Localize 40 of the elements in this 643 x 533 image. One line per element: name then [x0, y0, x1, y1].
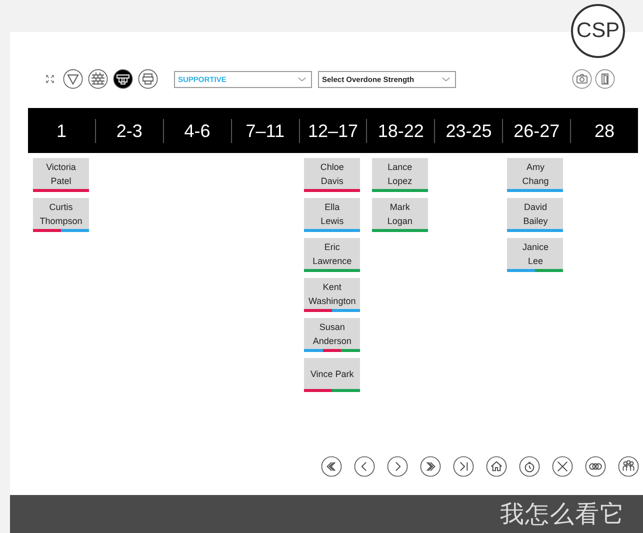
person-card[interactable]: Amy Chang — [507, 158, 564, 192]
person-card[interactable]: Janice Lee — [507, 238, 564, 272]
blocks-icon[interactable] — [113, 69, 133, 89]
double-chevron-right-icon[interactable] — [420, 456, 441, 477]
person-card[interactable]: Curtis Thompson — [33, 198, 89, 232]
column-header: 2-3 — [94, 118, 163, 142]
person-card[interactable]: Victoria Patel — [33, 158, 89, 192]
column-header: 1 — [55, 120, 68, 142]
person-card[interactable]: Chloe Davis — [304, 158, 360, 192]
stack-icon[interactable] — [138, 69, 158, 89]
person-card[interactable]: David Bailey — [507, 198, 564, 232]
camera-icon[interactable] — [572, 69, 592, 89]
stopwatch-icon[interactable] — [519, 456, 540, 477]
home-icon[interactable] — [486, 456, 507, 477]
person-card[interactable]: Vince Park — [304, 358, 360, 392]
column-header: 12–17 — [298, 118, 366, 142]
person-card[interactable]: Mark Logan — [372, 198, 428, 232]
person-card[interactable]: Lance Lopez — [372, 158, 428, 192]
column-header: 26-27 — [502, 118, 570, 142]
person-card[interactable]: Ella Lewis — [304, 198, 360, 232]
column-header: 7–11 — [230, 118, 299, 142]
skip-to-end-icon[interactable] — [453, 456, 474, 477]
logo-badge: CSP — [571, 4, 625, 58]
footer-title: 我怎么看它 — [500, 500, 625, 530]
people-group-icon[interactable] — [618, 456, 639, 477]
column-header: 18-22 — [366, 118, 434, 142]
close-icon[interactable] — [552, 456, 573, 477]
column-header: 4-6 — [162, 118, 231, 142]
person-card[interactable]: Susan Anderson — [304, 318, 360, 352]
brick-wall-icon[interactable] — [88, 69, 108, 89]
column-header: 23-25 — [434, 118, 502, 142]
chevron-left-icon[interactable] — [354, 456, 375, 477]
person-card[interactable]: Eric Lawrence — [304, 238, 360, 272]
filter-icon[interactable] — [63, 69, 83, 89]
exit-door-icon[interactable] — [595, 69, 615, 89]
person-card[interactable]: Kent Washington — [304, 278, 360, 312]
chevron-right-icon[interactable] — [387, 456, 408, 477]
three-rings-icon[interactable] — [585, 456, 606, 477]
column-header: 28 — [570, 118, 638, 142]
double-chevron-left-icon[interactable] — [321, 456, 342, 477]
